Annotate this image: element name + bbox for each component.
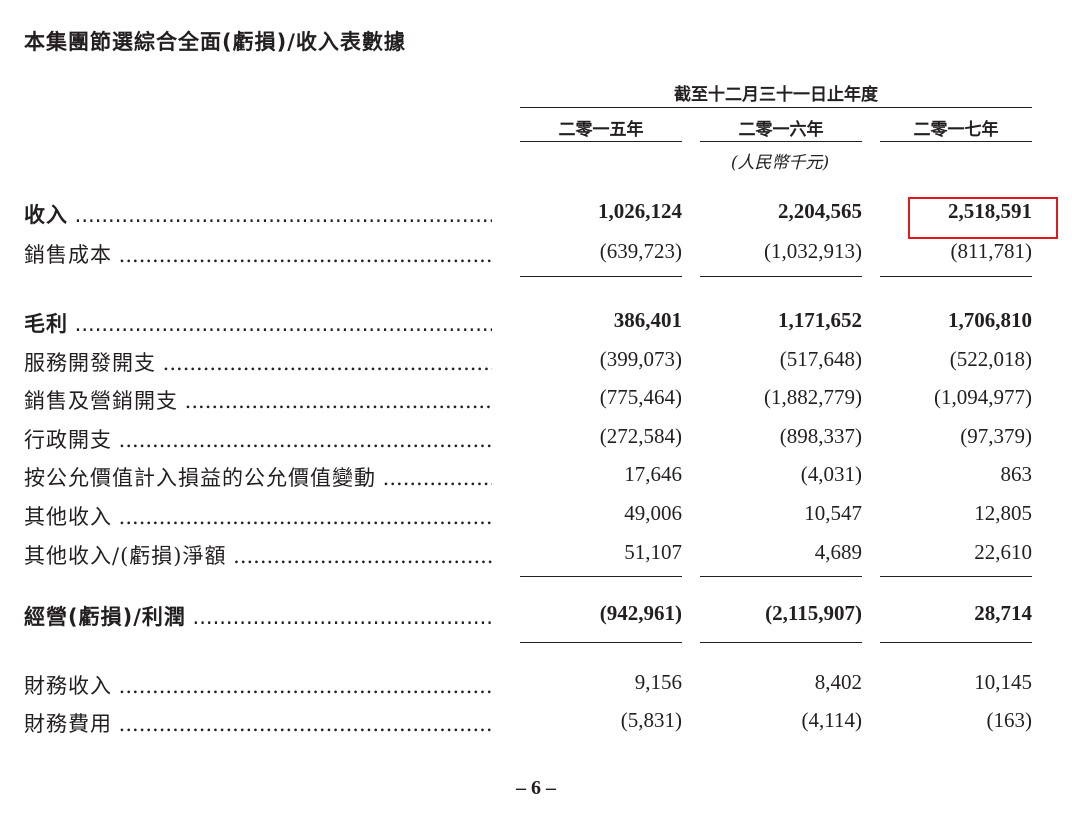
subtotal-rule	[700, 576, 862, 577]
cell-value: (97,379)	[960, 424, 1032, 448]
row-label: 服務開發開支 .................................…	[24, 347, 492, 377]
cell-value: (4,031)	[800, 462, 862, 486]
cell-value: (1,882,779)	[764, 385, 862, 409]
row-label: 財務收入 ...................................…	[24, 670, 492, 700]
row-label: 其他收入/(虧損)淨額 ............................…	[24, 540, 492, 570]
cell-value: 8,402	[814, 670, 862, 694]
cell-value: 22,610	[974, 540, 1032, 564]
row-label: 經營(虧損)/利潤 ..............................…	[24, 601, 492, 631]
row-label: 財務費用 ...................................…	[24, 708, 492, 738]
cell-value: 9,156	[634, 670, 682, 694]
row-label: 銷售及營銷開支 ................................…	[24, 385, 492, 415]
page-number: – 6 –	[516, 777, 556, 799]
cell-value: 2,204,565	[778, 199, 862, 223]
cell-value: (4,114)	[801, 708, 862, 732]
row-label-text: 按公允價值計入損益的公允價值變動	[24, 466, 376, 490]
year-underline-2015	[520, 141, 682, 142]
subtotal-rule	[880, 642, 1032, 643]
cell-value: (163)	[986, 708, 1033, 732]
row-label: 收入 .....................................…	[24, 199, 492, 229]
cell-value: (522,018)	[949, 347, 1032, 371]
row-label-text: 財務費用	[24, 712, 112, 736]
cell-value: (272,584)	[599, 424, 682, 448]
highlight-box	[908, 197, 1058, 239]
subtotal-rule	[880, 276, 1032, 277]
cell-value: 28,714	[974, 601, 1032, 625]
dot-leader: ........................................…	[162, 351, 492, 375]
subtotal-rule	[520, 576, 682, 577]
cell-value: 1,706,810	[948, 308, 1032, 332]
row-label: 行政開支 ...................................…	[24, 424, 492, 454]
cell-value: (898,337)	[779, 424, 862, 448]
dot-leader: ........................................…	[382, 466, 492, 490]
subtotal-rule	[700, 642, 862, 643]
dot-leader: ........................................…	[118, 243, 492, 267]
cell-value: 51,107	[624, 540, 682, 564]
cell-value: (1,032,913)	[764, 239, 862, 263]
row-label-text: 行政開支	[24, 428, 112, 452]
cell-value: (942,961)	[599, 601, 682, 625]
year-header-2017: 二零一七年	[913, 120, 999, 140]
row-label: 毛利 .....................................…	[24, 308, 492, 338]
cell-value: 10,145	[974, 670, 1032, 694]
row-label-text: 收入	[24, 203, 68, 227]
cell-value: 10,547	[804, 501, 862, 525]
cell-value: 386,401	[613, 308, 682, 332]
row-label: 按公允價值計入損益的公允價值變動 .......................…	[24, 462, 492, 492]
period-header: 截至十二月三十一日止年度	[674, 85, 878, 105]
row-label: 銷售成本 ...................................…	[24, 239, 492, 269]
cell-value: (1,094,977)	[934, 385, 1032, 409]
dot-leader: ........................................…	[118, 712, 492, 736]
cell-value: 863	[1000, 462, 1033, 486]
cell-value: (811,781)	[950, 239, 1032, 263]
dot-leader: ........................................…	[118, 674, 492, 698]
year-header-2016: 二零一六年	[738, 120, 824, 140]
row-label-text: 服務開發開支	[24, 351, 156, 375]
dot-leader: ........................................…	[192, 605, 492, 629]
dot-leader: ........................................…	[118, 505, 492, 529]
currency-unit: (人民幣千元)	[730, 153, 830, 173]
cell-value: 1,026,124	[598, 199, 682, 223]
dot-leader: ........................................…	[233, 544, 492, 568]
dot-leader: ........................................…	[118, 428, 492, 452]
cell-value: 4,689	[814, 540, 862, 564]
row-label-text: 其他收入	[24, 505, 112, 529]
subtotal-rule	[880, 576, 1032, 577]
cell-value: 12,805	[974, 501, 1032, 525]
row-label-text: 銷售及營銷開支	[24, 389, 178, 413]
year-underline-2017	[880, 141, 1032, 142]
dot-leader: ........................................…	[74, 312, 492, 336]
row-label-text: 其他收入/(虧損)淨額	[24, 544, 227, 568]
cell-value: 49,006	[624, 501, 682, 525]
dot-leader: ........................................…	[184, 389, 492, 413]
cell-value: (5,831)	[620, 708, 682, 732]
year-underline-2016	[700, 141, 862, 142]
cell-value: 1,171,652	[778, 308, 862, 332]
dot-leader: ........................................…	[74, 203, 492, 227]
subtotal-rule	[520, 276, 682, 277]
cell-value: 17,646	[624, 462, 682, 486]
row-label-text: 毛利	[24, 312, 68, 336]
table-title: 本集團節選綜合全面(虧損)/收入表數據	[24, 30, 406, 54]
period-underline	[520, 107, 1032, 108]
row-label: 其他收入 ...................................…	[24, 501, 492, 531]
year-header-2015: 二零一五年	[558, 120, 644, 140]
row-label-text: 財務收入	[24, 674, 112, 698]
cell-value: (399,073)	[599, 347, 682, 371]
cell-value: (775,464)	[599, 385, 682, 409]
cell-value: (517,648)	[779, 347, 862, 371]
cell-value: (2,115,907)	[765, 601, 862, 625]
row-label-text: 銷售成本	[24, 243, 112, 267]
subtotal-rule	[520, 642, 682, 643]
subtotal-rule	[700, 276, 862, 277]
row-label-text: 經營(虧損)/利潤	[24, 605, 186, 629]
cell-value: (639,723)	[599, 239, 682, 263]
